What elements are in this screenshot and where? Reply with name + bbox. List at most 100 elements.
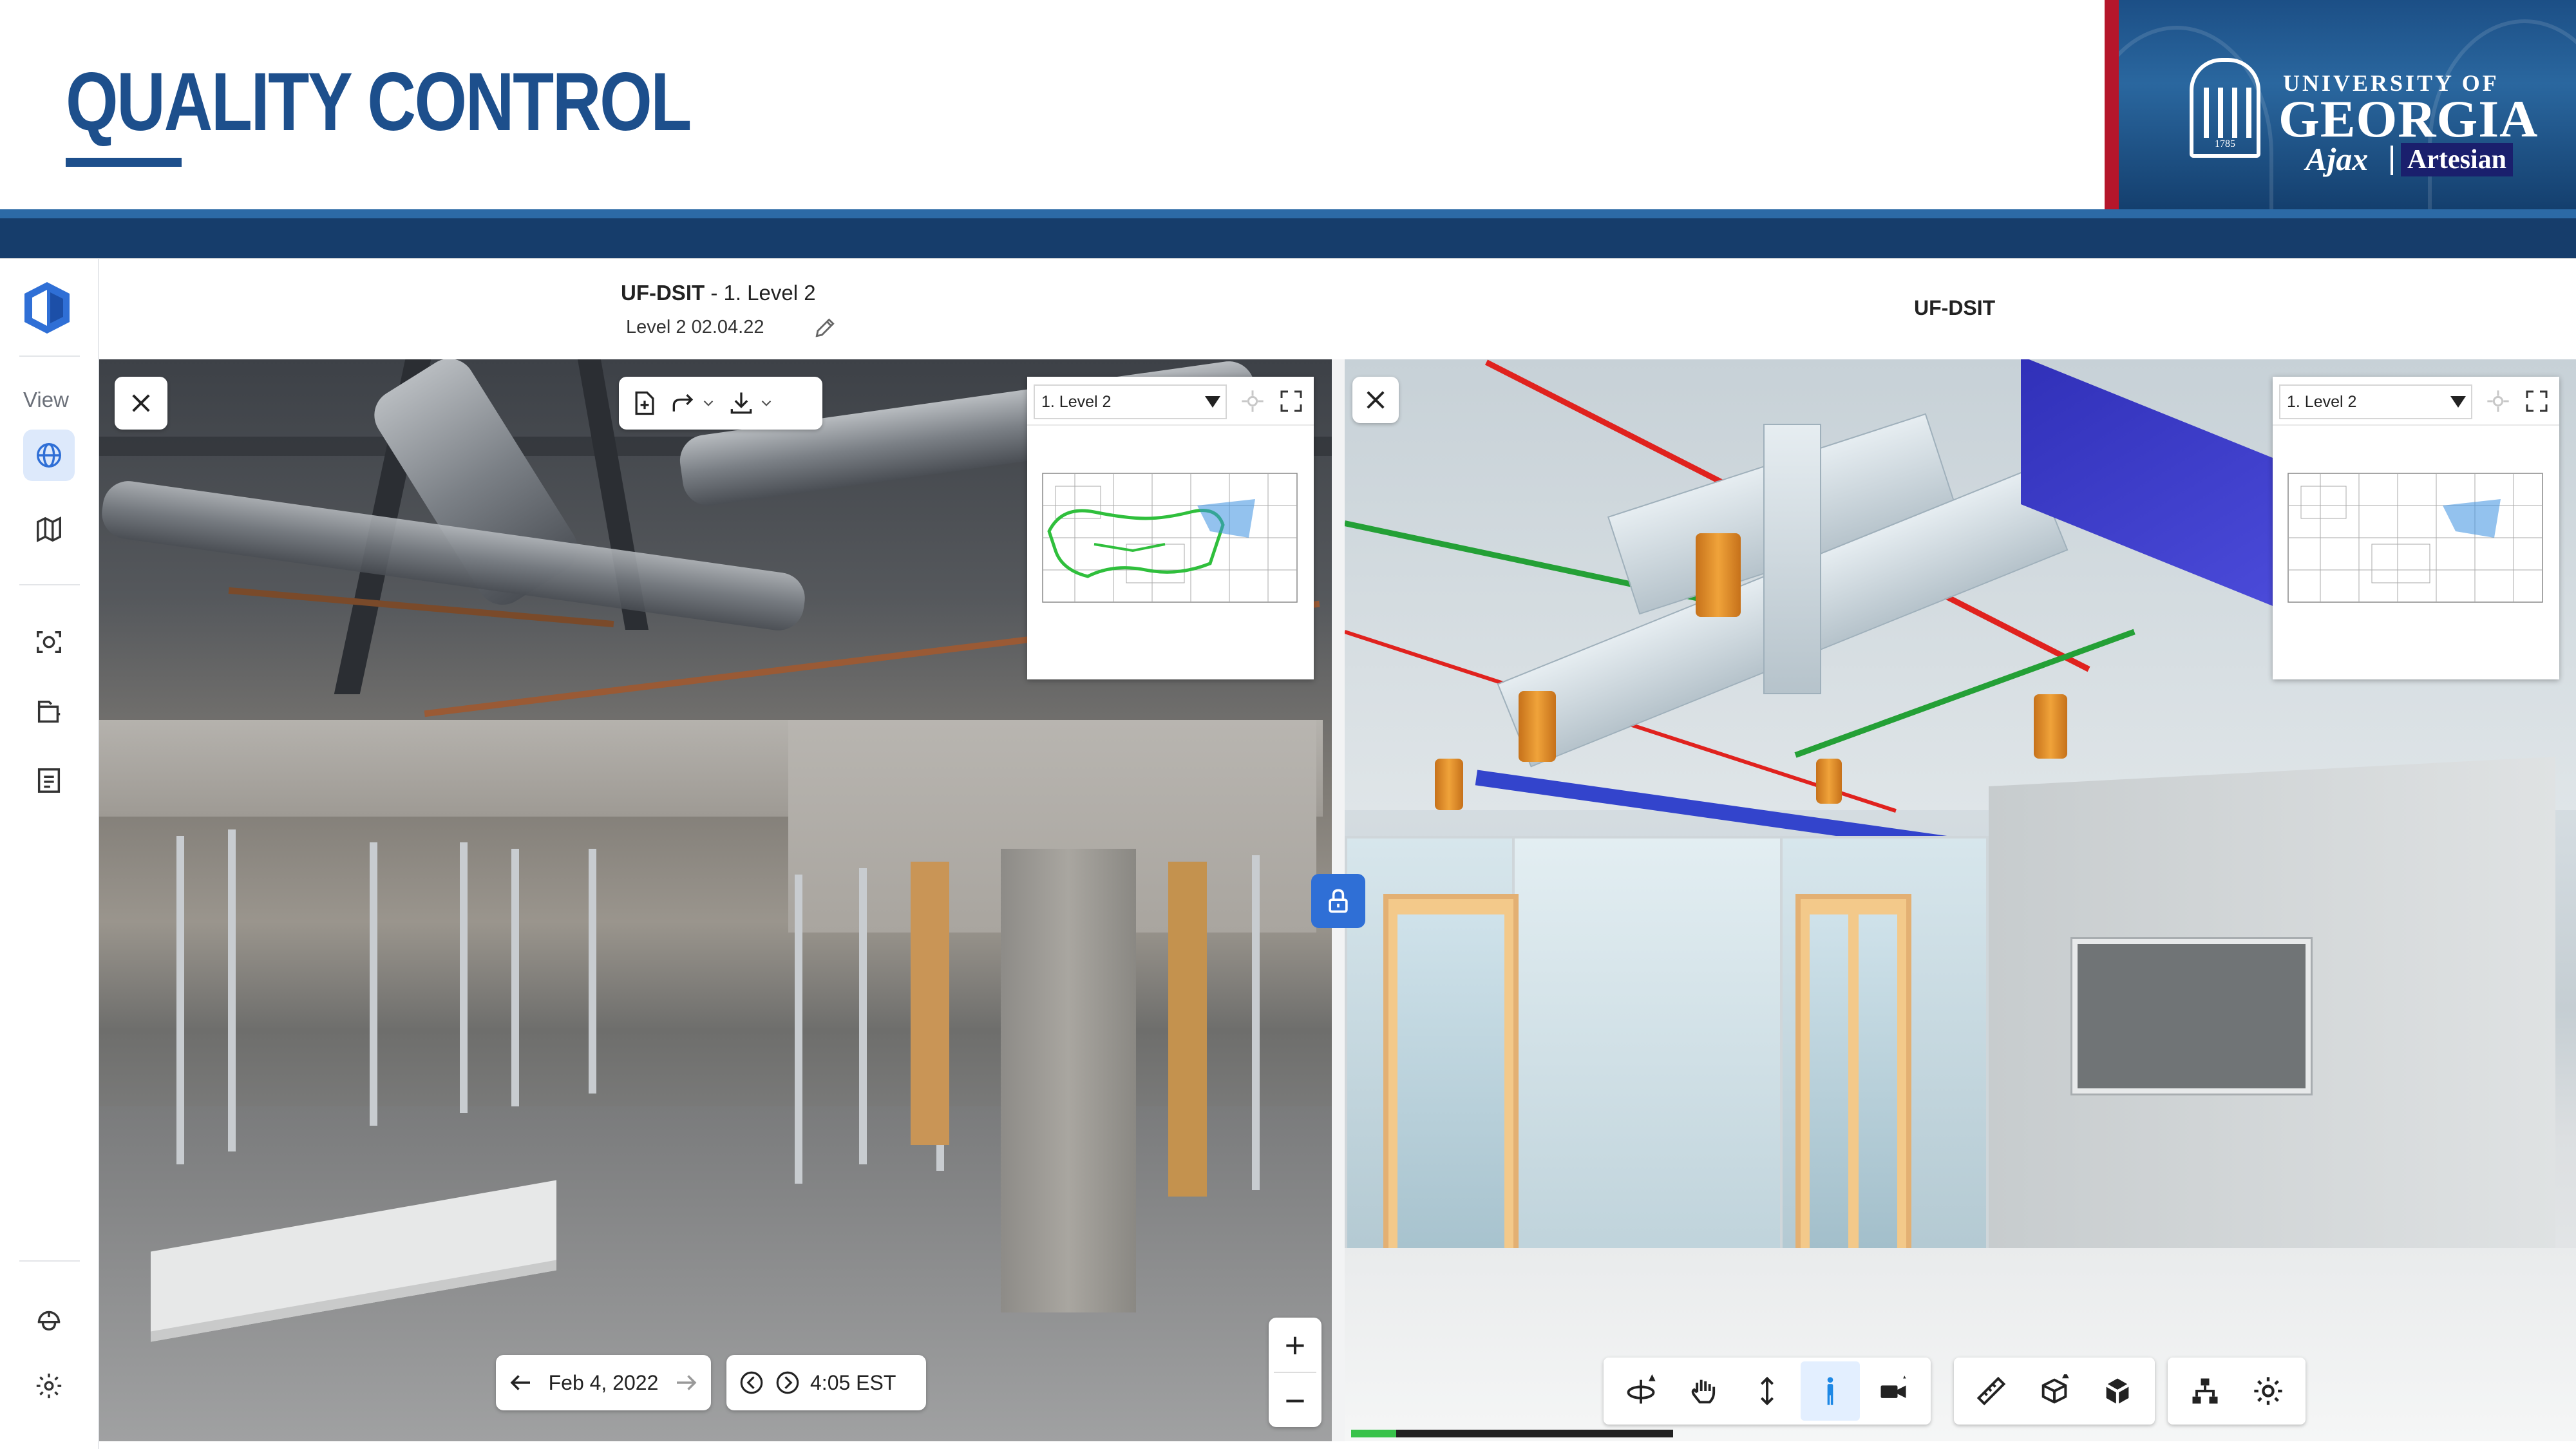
sidebar: View [0, 259, 99, 1449]
download-button[interactable] [722, 381, 780, 426]
orbit-button[interactable] [1611, 1361, 1671, 1421]
section-box-button[interactable] [2025, 1361, 2084, 1421]
hand-icon [1691, 1379, 1716, 1404]
sidebar-item-files[interactable] [23, 686, 75, 737]
logo-artesian: Artesian [2401, 143, 2513, 176]
left-minimap[interactable]: 1. Level 2 [1027, 377, 1314, 679]
photo-360-viewer[interactable]: 1. Level 2 Feb 4, 2022 4:05 EST + − [99, 359, 1332, 1441]
chevron-down-icon [703, 400, 714, 406]
cube-icon [2106, 1378, 2129, 1404]
caret-down-icon [1205, 396, 1220, 408]
close-icon [132, 394, 150, 412]
add-note-icon [635, 391, 654, 415]
share-arrow-icon [672, 393, 694, 412]
sync-views-lock-button[interactable] [1311, 874, 1365, 928]
arrow-left-icon[interactable] [507, 1369, 535, 1396]
hardhat-icon [37, 1311, 61, 1331]
sidebar-item-map[interactable] [23, 504, 75, 555]
next-time-icon[interactable] [774, 1369, 801, 1396]
left-minimap-level-select[interactable]: 1. Level 2 [1034, 384, 1227, 419]
zoom-vertical-button[interactable] [1738, 1361, 1797, 1421]
logo-ajax: Ajax [2306, 141, 2369, 177]
report-icon [37, 768, 61, 793]
sidebar-item-capture[interactable] [23, 616, 75, 668]
close-icon [1367, 391, 1385, 409]
sidebar-separator [19, 584, 80, 585]
files-icon [37, 700, 61, 723]
fullscreen-icon[interactable] [1278, 388, 1304, 414]
header-band-dark [0, 218, 2576, 258]
bim-tools-toolbar [1954, 1358, 2155, 1425]
logo-divider [2391, 146, 2393, 175]
bim-settings-toolbar [2168, 1358, 2306, 1425]
fullscreen-icon[interactable] [2524, 388, 2550, 414]
app-logo-icon[interactable] [23, 281, 71, 335]
red-accent-bar [2105, 0, 2119, 209]
bim-model-viewer[interactable]: 1. Level 2 [1345, 359, 2576, 1441]
explode-model-button[interactable] [2088, 1361, 2147, 1421]
left-project-name: UF-DSIT [621, 281, 705, 305]
model-loading-progress [1351, 1430, 1673, 1437]
sidebar-item-settings[interactable] [23, 1360, 75, 1412]
slide-title: QUALITY CONTROL [66, 56, 692, 148]
previous-time-icon[interactable] [738, 1369, 765, 1396]
person-icon [1827, 1377, 1833, 1405]
date-selector[interactable]: Feb 4, 2022 [496, 1355, 711, 1410]
uga-logo-panel: 1785 UNIVERSITY OF GEORGIA Ajax Artesian [2119, 0, 2576, 209]
vertical-arrows-icon [1760, 1376, 1774, 1406]
measure-button[interactable] [1962, 1361, 2021, 1421]
arrow-right-icon[interactable] [672, 1369, 699, 1396]
header-band-thin [0, 209, 2576, 218]
close-left-pane-button[interactable] [115, 377, 167, 430]
floor-plan-image [1042, 473, 1298, 603]
bim-navigation-toolbar [1604, 1358, 1931, 1425]
slide: QUALITY CONTROL 1785 UNIVERSITY OF GEORG… [0, 0, 2576, 1449]
sidebar-item-360-view[interactable] [23, 430, 75, 481]
section-box-icon [2041, 1374, 2069, 1404]
capture-name: Level 2 02.04.22 [626, 317, 764, 337]
left-pane-title: UF-DSIT - 1. Level 2 [621, 281, 816, 305]
viewer-settings-button[interactable] [2239, 1361, 2298, 1421]
right-minimap-level-select[interactable]: 1. Level 2 [2279, 384, 2472, 419]
sidebar-section-label: View [23, 388, 69, 412]
sidebar-item-safety[interactable] [23, 1293, 75, 1344]
chevron-down-icon [761, 400, 772, 406]
photo-toolbar [619, 377, 822, 430]
video-camera-icon [1880, 1376, 1906, 1398]
close-right-pane-button[interactable] [1352, 377, 1399, 423]
time-selector[interactable]: 4:05 EST [726, 1355, 926, 1410]
capture-icon [37, 630, 61, 654]
hierarchy-icon [2192, 1378, 2218, 1404]
sidebar-separator [19, 1260, 80, 1262]
pan-button[interactable] [1674, 1361, 1734, 1421]
globe-icon [37, 443, 61, 468]
lock-icon [1329, 889, 1348, 913]
crosshair-icon[interactable] [1240, 388, 1265, 414]
gear-icon [2254, 1377, 2282, 1405]
orbit-icon [1627, 1374, 1656, 1404]
model-browser-button[interactable] [2175, 1361, 2235, 1421]
ruler-icon [1976, 1376, 2006, 1406]
left-level-name: 1. Level 2 [723, 281, 816, 305]
sidebar-item-report[interactable] [23, 755, 75, 806]
share-button[interactable] [664, 381, 722, 426]
zoom-control: + − [1269, 1318, 1321, 1427]
camera-button[interactable] [1864, 1361, 1923, 1421]
capture-date: Feb 4, 2022 [548, 1370, 659, 1394]
first-person-button[interactable] [1801, 1361, 1860, 1421]
arch-seal-icon: 1785 [2190, 58, 2260, 158]
add-note-button[interactable] [625, 381, 664, 426]
capture-time: 4:05 EST [810, 1370, 896, 1394]
zoom-in-button[interactable]: + [1269, 1318, 1321, 1372]
edit-pencil-icon[interactable] [813, 316, 837, 340]
zoom-out-button[interactable]: − [1269, 1373, 1321, 1427]
caret-down-icon [2450, 396, 2466, 408]
map-icon [37, 516, 61, 543]
right-minimap[interactable]: 1. Level 2 [2273, 377, 2559, 679]
crosshair-icon[interactable] [2485, 388, 2511, 414]
gear-icon [36, 1373, 62, 1399]
sidebar-separator [19, 355, 80, 357]
floor-plan-image [2287, 473, 2543, 603]
tv-screen [2072, 939, 2311, 1094]
download-icon [730, 392, 752, 414]
